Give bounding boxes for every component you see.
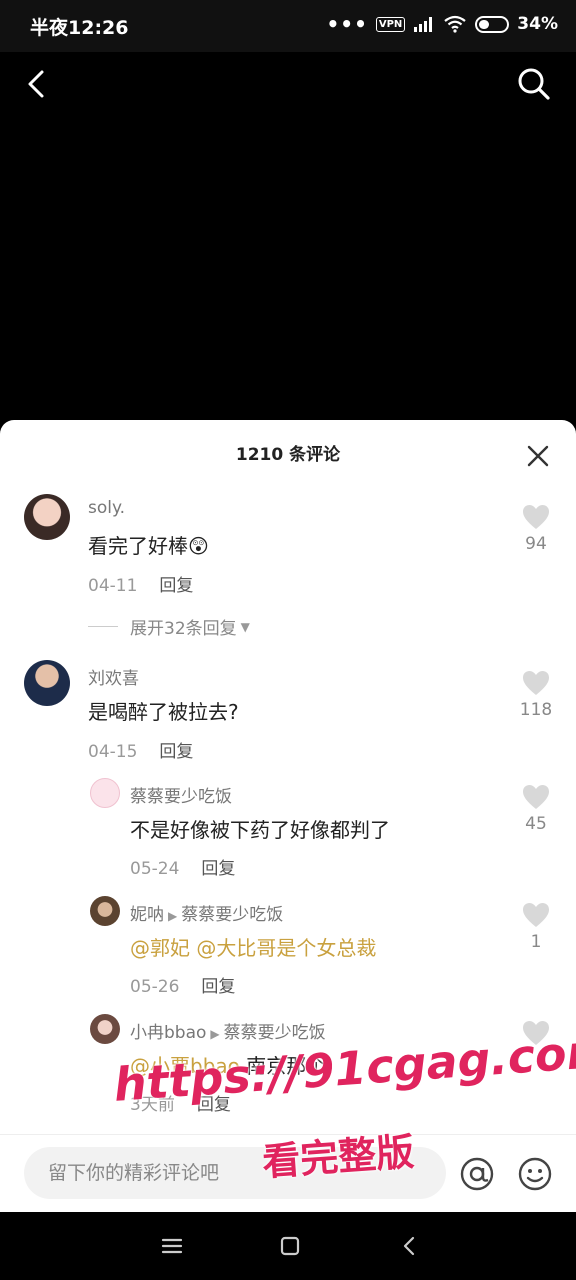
comment-text: 是喝醉了被拉去? bbox=[88, 700, 239, 724]
like-button[interactable]: 1 bbox=[516, 902, 556, 952]
reply-arrow-icon: ▶ bbox=[168, 909, 178, 923]
comment-username[interactable]: 刘欢喜 bbox=[88, 664, 139, 689]
avatar[interactable] bbox=[90, 1014, 120, 1044]
divider bbox=[88, 626, 118, 627]
heart-icon bbox=[523, 505, 549, 529]
expand-replies-button[interactable]: 展开32条回复 ▼ bbox=[88, 614, 254, 639]
status-right: ••• VPN 34% bbox=[327, 12, 559, 36]
like-button[interactable]: 94 bbox=[516, 504, 556, 554]
battery-level: 34% bbox=[517, 14, 558, 34]
reply-target[interactable]: 蔡蔡要少吃饭 bbox=[224, 1023, 326, 1043]
reply-button[interactable]: 回复 bbox=[159, 576, 193, 596]
avatar[interactable] bbox=[90, 896, 120, 926]
watermark-subtitle: 看完整版 bbox=[260, 1129, 416, 1185]
reply-item: 妮呐 ▶ 蔡蔡要少吃饭 @郭妃 @大比哥是个女总裁 05-26 回复 1 bbox=[0, 894, 576, 1004]
reply-arrow-icon: ▶ bbox=[210, 1027, 220, 1041]
reply-author[interactable]: 妮呐 bbox=[130, 905, 164, 925]
reply-text: 不是好像被下药了好像都判了 bbox=[130, 818, 390, 842]
vpn-badge: VPN bbox=[375, 16, 406, 32]
chevron-down-icon: ▼ bbox=[240, 619, 250, 634]
reply-author[interactable]: 小冉bbao bbox=[130, 1023, 206, 1043]
at-icon[interactable] bbox=[458, 1155, 496, 1193]
reply-date: 05-26 bbox=[130, 977, 180, 997]
comment-meta: 04-11 回复 bbox=[88, 571, 193, 596]
emoji-icon[interactable] bbox=[516, 1155, 554, 1193]
reply-target[interactable]: 蔡蔡要少吃饭 bbox=[181, 905, 283, 925]
like-count: 1 bbox=[530, 932, 542, 952]
avatar[interactable] bbox=[90, 778, 120, 808]
reply-username[interactable]: 蔡蔡要少吃饭 bbox=[130, 782, 232, 807]
home-icon[interactable] bbox=[276, 1232, 304, 1260]
reply-button[interactable]: 回复 bbox=[201, 977, 235, 997]
reply-username: 妮呐 ▶ 蔡蔡要少吃饭 bbox=[130, 900, 283, 925]
menu-icon[interactable] bbox=[158, 1232, 186, 1260]
nav-back-icon[interactable] bbox=[396, 1232, 424, 1260]
comment-date: 04-11 bbox=[88, 576, 138, 596]
reply-meta: 05-26 回复 bbox=[130, 972, 235, 997]
reply-button[interactable]: 回复 bbox=[159, 742, 193, 762]
reply-date: 05-24 bbox=[130, 859, 180, 879]
reply-button[interactable]: 回复 bbox=[201, 859, 235, 879]
heart-icon bbox=[523, 671, 549, 695]
wifi-icon bbox=[444, 15, 466, 33]
battery-icon bbox=[475, 15, 510, 33]
system-nav-bar bbox=[0, 1212, 576, 1280]
like-count: 45 bbox=[525, 814, 547, 834]
search-icon[interactable] bbox=[514, 64, 554, 104]
heart-icon bbox=[523, 903, 549, 927]
reply-username: 小冉bbao ▶ 蔡蔡要少吃饭 bbox=[130, 1018, 326, 1043]
close-icon[interactable] bbox=[524, 442, 552, 470]
comment-username[interactable]: soly. bbox=[88, 498, 125, 518]
comment-item: 刘欢喜 是喝醉了被拉去? 04-15 回复 118 bbox=[0, 658, 576, 768]
comment-text: 看完了好棒😲 bbox=[88, 534, 209, 558]
heart-icon bbox=[523, 785, 549, 809]
status-bar: 半夜12:26 ••• VPN 34% bbox=[0, 0, 576, 52]
back-icon[interactable] bbox=[20, 64, 60, 104]
avatar[interactable] bbox=[24, 660, 70, 706]
comment-meta: 04-15 回复 bbox=[88, 737, 193, 762]
like-count: 94 bbox=[525, 534, 547, 554]
like-button[interactable]: 45 bbox=[516, 784, 556, 834]
more-dots-icon: ••• bbox=[326, 12, 368, 36]
comment-item: soly. 看完了好棒😲 04-11 回复 94 bbox=[0, 492, 576, 632]
like-button[interactable]: 118 bbox=[512, 670, 560, 720]
like-count: 118 bbox=[519, 700, 553, 720]
avatar[interactable] bbox=[24, 494, 70, 540]
reply-item: 蔡蔡要少吃饭 不是好像被下药了好像都判了 05-24 回复 45 bbox=[0, 776, 576, 886]
comment-date: 04-15 bbox=[88, 742, 138, 762]
status-time: 半夜12:26 bbox=[30, 17, 129, 39]
comment-count-title: 1210 条评论 bbox=[235, 445, 341, 465]
reply-meta: 05-24 回复 bbox=[130, 854, 235, 879]
reply-mentions[interactable]: @郭妃 @大比哥是个女总裁 bbox=[130, 932, 376, 961]
signal-icon bbox=[414, 17, 433, 32]
expand-label: 展开32条回复 bbox=[130, 619, 237, 639]
